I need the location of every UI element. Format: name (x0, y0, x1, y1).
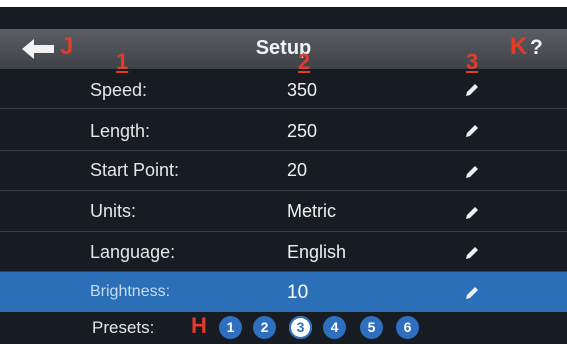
setting-label: Language: (90, 242, 176, 262)
setting-value: Metric (287, 201, 336, 221)
header-bar: Setup ? (0, 29, 567, 69)
edit-pencil-icon[interactable] (463, 163, 481, 181)
setting-label: Brightness: (90, 283, 171, 300)
setting-row-speed[interactable]: Speed: 350 (0, 69, 567, 109)
edit-pencil-icon[interactable] (463, 81, 481, 99)
help-button[interactable]: ? (530, 36, 543, 60)
setting-row-units[interactable]: Units: Metric (0, 191, 567, 232)
setting-label: Start Point: (90, 160, 180, 180)
setting-row-length[interactable]: Length: 250 (0, 109, 567, 151)
marker-j: J (60, 33, 74, 60)
marker-k: K (510, 33, 528, 60)
preset-button-5[interactable]: 5 (360, 316, 383, 339)
edit-pencil-icon[interactable] (463, 204, 481, 222)
setting-label: Length: (90, 121, 151, 141)
setting-value: English (287, 242, 347, 262)
setup-screen: Setup ? J K 1 2 3 Speed: 350 Length: 250… (0, 7, 567, 344)
setting-value: 10 (287, 282, 309, 303)
preset-button-4[interactable]: 4 (323, 316, 346, 339)
setting-row-brightness[interactable]: Brightness: 10 (0, 272, 567, 312)
setting-value: 20 (287, 160, 308, 180)
edit-pencil-icon[interactable] (463, 122, 481, 140)
presets-bar: Presets: H 1 2 3 4 5 6 (0, 312, 567, 344)
setting-row-start-point[interactable]: Start Point: 20 (0, 151, 567, 191)
preset-button-3[interactable]: 3 (289, 316, 312, 339)
preset-button-1[interactable]: 1 (219, 316, 242, 339)
setting-row-language[interactable]: Language: English (0, 232, 567, 272)
edit-pencil-icon[interactable] (463, 244, 481, 262)
setting-label: Units: (90, 201, 137, 221)
edit-pencil-icon[interactable] (463, 284, 481, 302)
preset-button-6[interactable]: 6 (396, 316, 419, 339)
setting-value: 350 (287, 80, 318, 100)
presets-label: Presets: (92, 318, 155, 337)
setting-label: Speed: (90, 80, 148, 100)
setting-value: 250 (287, 121, 318, 141)
page-title: Setup (255, 37, 312, 59)
marker-h: H (191, 313, 207, 338)
preset-button-2[interactable]: 2 (253, 316, 276, 339)
